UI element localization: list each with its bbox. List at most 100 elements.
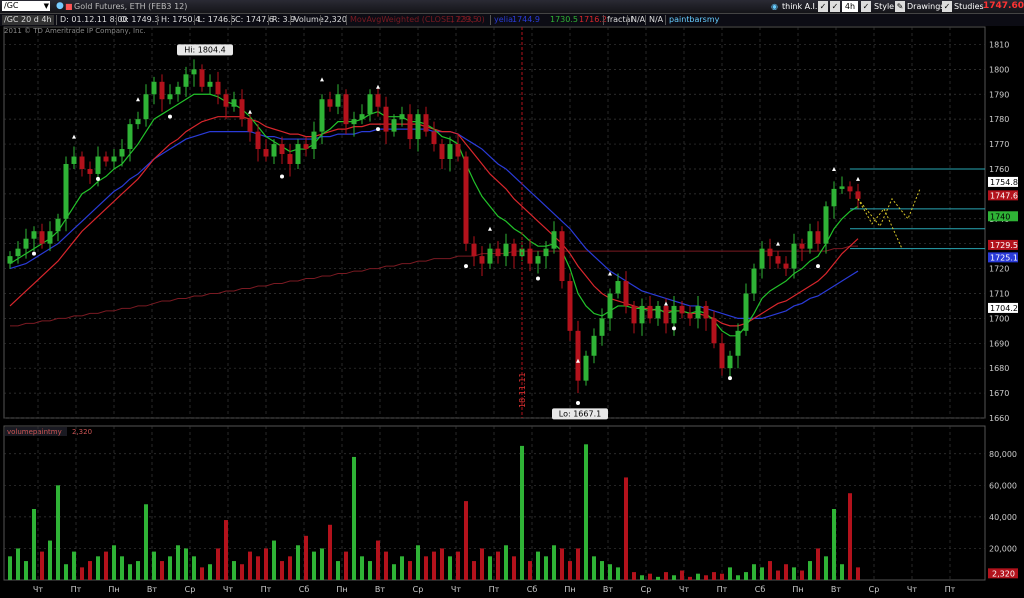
- info-icon[interactable]: ●: [56, 1, 64, 12]
- volume-bar: [488, 556, 492, 580]
- candle-body: [247, 119, 253, 132]
- volume-bar: [288, 556, 292, 580]
- candle-body: [727, 355, 733, 369]
- studies-icon[interactable]: ✓: [942, 1, 952, 12]
- candle-body: [567, 281, 573, 331]
- volume-bar: [136, 561, 140, 580]
- candle-body: [663, 305, 669, 324]
- candle-body: [335, 94, 341, 107]
- volume-bar: [112, 545, 116, 580]
- candle-body: [535, 256, 541, 264]
- study-paintbars[interactable]: paintbarsmy: [665, 15, 719, 25]
- volume-bar: [272, 540, 276, 580]
- volume-bar: [736, 575, 740, 580]
- fractal-low-marker: [672, 326, 676, 331]
- candle-body: [79, 156, 85, 169]
- x-tick-label: Вт: [375, 585, 385, 594]
- x-tick-label: Пн: [108, 585, 119, 594]
- candle-body: [591, 335, 597, 356]
- volume-bar: [264, 548, 268, 580]
- volume-bar: [472, 561, 476, 580]
- fractal-low-marker: [464, 264, 468, 269]
- checkbox-icon[interactable]: ✓: [830, 1, 840, 12]
- think-ai-button[interactable]: think A.I.: [782, 1, 817, 12]
- price-label: 1729.5: [990, 241, 1018, 250]
- price-tick-label: 1760: [989, 165, 1009, 174]
- volume-bar: [144, 504, 148, 580]
- style-button[interactable]: Style: [874, 1, 894, 12]
- candle-body: [119, 149, 125, 157]
- volume-bar: [336, 561, 340, 580]
- candle-body: [375, 94, 381, 107]
- candle-body: [159, 81, 165, 100]
- volume-bar: [656, 576, 660, 580]
- volume-bar: [88, 561, 92, 580]
- candle-body: [783, 263, 789, 269]
- checkbox-icon[interactable]: ✓: [818, 1, 828, 12]
- candle-body: [423, 114, 429, 132]
- x-tick-label: Ср: [185, 585, 196, 594]
- volume-bar: [680, 570, 684, 580]
- volume-bar: [432, 551, 436, 580]
- volume-bar: [56, 485, 60, 580]
- candle-body: [527, 248, 533, 264]
- volume-bar: [744, 572, 748, 580]
- candle-body: [327, 99, 333, 107]
- volume-bar: [664, 572, 668, 580]
- volume-header-value: 2,320: [72, 428, 92, 436]
- fractal-low-marker: [536, 276, 540, 281]
- price-label: 1704.2: [990, 304, 1018, 313]
- volume-bar: [376, 540, 380, 580]
- candle-body: [167, 94, 173, 100]
- pencil-icon[interactable]: ✎: [895, 1, 905, 12]
- volume-bar: [80, 567, 84, 580]
- volume-bar: [160, 561, 164, 580]
- candle-body: [807, 231, 813, 249]
- candle-body: [559, 231, 565, 282]
- candle-body: [551, 231, 557, 249]
- candle-body: [479, 256, 485, 264]
- x-tick-label: Пн: [336, 585, 347, 594]
- price-tick-label: 1780: [989, 115, 1009, 124]
- volume-bar: [344, 551, 348, 580]
- volume-bar: [584, 444, 588, 580]
- hi-label: Hi: 1804.4: [184, 45, 225, 54]
- checkbox-icon[interactable]: ✓: [861, 1, 871, 12]
- studies-button[interactable]: Studies: [954, 1, 984, 12]
- candle-body: [431, 131, 437, 145]
- timeframe-selector[interactable]: 4h: [842, 1, 858, 12]
- fractal-value-2: N/A: [645, 15, 663, 25]
- x-tick-label: Вт: [603, 585, 613, 594]
- chevron-down-icon: ▼: [43, 2, 49, 10]
- volume-bar: [304, 535, 308, 580]
- volume-bar: [768, 561, 772, 580]
- volume-bar: [640, 575, 644, 580]
- volume-bar: [552, 545, 556, 580]
- candle-body: [175, 86, 181, 95]
- candle-body: [263, 149, 269, 157]
- candle-body: [295, 144, 301, 164]
- volume-bar: [192, 556, 196, 580]
- candle-body: [447, 144, 453, 160]
- volume-chart[interactable]: volumepaintmy 2,320 20,000 40,000 60,000 80,0…: [0, 424, 1024, 598]
- candle-body: [271, 144, 277, 157]
- flag-icon[interactable]: ■: [65, 1, 73, 12]
- volume-bar: [400, 556, 404, 580]
- volume-bar: [328, 524, 332, 580]
- candle-body: [135, 119, 141, 125]
- candle-body: [647, 305, 653, 319]
- candle-body: [359, 114, 365, 120]
- bar-open: O: 1749.3: [116, 15, 159, 25]
- candle-body: [151, 81, 157, 95]
- candle-body: [311, 131, 317, 150]
- candle-body: [631, 305, 637, 324]
- drawings-button[interactable]: Drawings: [907, 1, 944, 12]
- price-chart[interactable]: 1660167016801690170017101720173017401750…: [0, 26, 1024, 422]
- chart-period: /GC 20 d 4h: [2, 15, 54, 25]
- study-yelia[interactable]: yelia: [490, 15, 513, 25]
- symbol-selector[interactable]: /GC ▼: [2, 1, 50, 11]
- candle-body: [711, 318, 717, 344]
- candle-body: [399, 114, 405, 120]
- x-tick-label: Вт: [831, 585, 841, 594]
- volume-bar: [296, 545, 300, 580]
